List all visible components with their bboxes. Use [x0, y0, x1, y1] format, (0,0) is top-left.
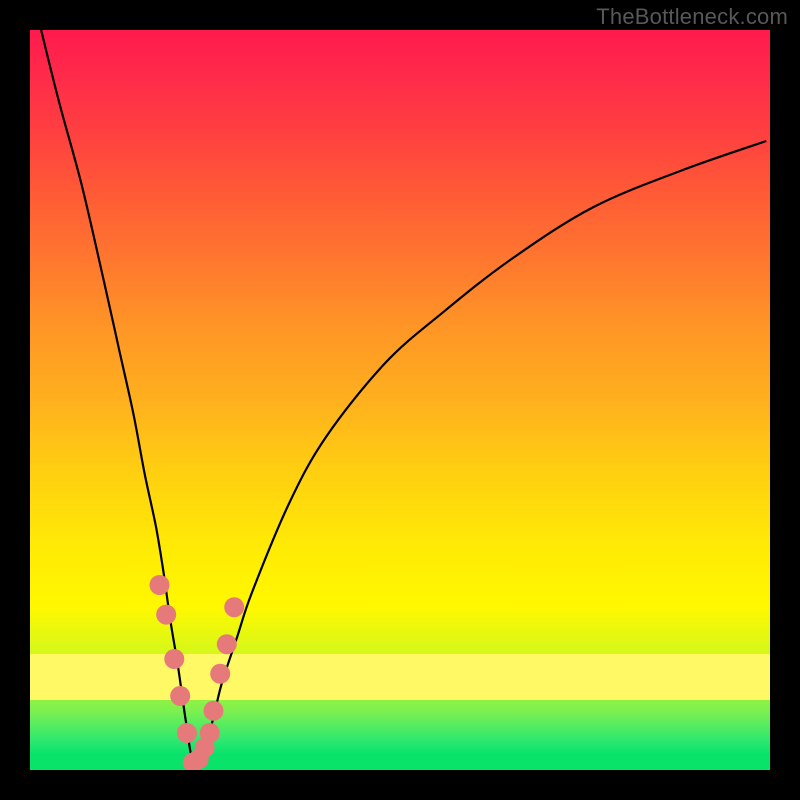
- chart-dot: [217, 634, 237, 654]
- chart-dot: [204, 701, 224, 721]
- chart-dot: [210, 664, 230, 684]
- chart-dot: [177, 723, 197, 743]
- chart-curve: [41, 30, 766, 767]
- chart-dot: [156, 605, 176, 625]
- chart-dot: [200, 723, 220, 743]
- chart-dot: [150, 575, 170, 595]
- chart-dot: [170, 686, 190, 706]
- chart-frame: TheBottleneck.com: [0, 0, 800, 800]
- watermark-text: TheBottleneck.com: [596, 4, 788, 30]
- chart-dot: [224, 597, 244, 617]
- chart-overlay: [30, 30, 770, 770]
- chart-dots-group: [150, 575, 245, 770]
- chart-dot: [164, 649, 184, 669]
